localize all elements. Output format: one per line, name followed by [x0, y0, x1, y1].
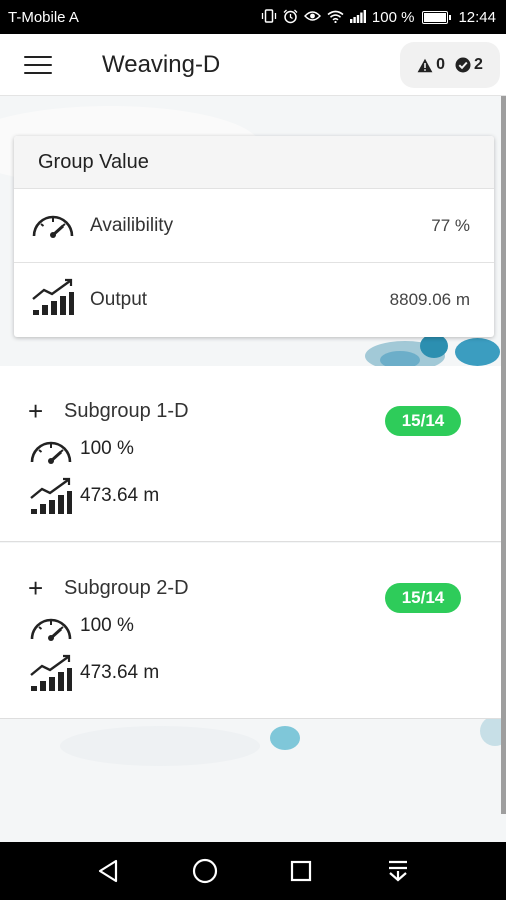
availability-label: Availibility [90, 214, 174, 236]
notifications-pull-button[interactable] [378, 851, 418, 891]
status-icons: 100 % 12:44 [261, 9, 496, 26]
scrollbar[interactable] [501, 96, 506, 814]
gauge-icon [30, 441, 72, 464]
subgroup-title: Subgroup 2-D [64, 576, 189, 599]
status-badge: 15/14 [385, 406, 461, 436]
output-row[interactable]: Output 8809.06 m [14, 262, 494, 336]
ok-counter[interactable]: 2 [455, 56, 483, 74]
clock-time: 12:44 [458, 8, 496, 26]
subgroup-output: 473.64 m [28, 476, 159, 516]
output-label: Output [90, 288, 148, 310]
alert-counters[interactable]: 0 2 [400, 42, 500, 88]
availability-row[interactable]: Availibility 77 % [14, 188, 494, 262]
menu-icon[interactable] [24, 55, 52, 75]
subgroup-card[interactable]: + Subgroup 1-D 15/14 100 % 473.64 m [0, 366, 501, 542]
expand-plus-icon[interactable]: + [28, 575, 54, 601]
ok-count: 2 [474, 56, 483, 73]
subgroup-header: + Subgroup 1-D [28, 398, 189, 424]
gauge-icon [30, 618, 72, 641]
battery-percent: 100 % [371, 8, 415, 26]
gauge-icon [30, 206, 76, 245]
subgroup-availability: 100 % [28, 609, 134, 643]
availability-value: 77 % [431, 215, 470, 235]
output-value: 8809.06 m [389, 289, 470, 309]
subgroup-title: Subgroup 1-D [64, 399, 189, 422]
vibrate-icon [261, 9, 277, 25]
wifi-icon [327, 10, 344, 25]
subgroup-output: 473.64 m [28, 653, 159, 693]
output-chart-icon [30, 654, 72, 691]
alarm-icon [283, 9, 298, 26]
pull-down-icon [388, 860, 407, 882]
output-value: 473.64 m [80, 485, 160, 506]
output-chart-icon [30, 477, 72, 514]
group-value-card: Group Value Availibility 77 % Output 880… [14, 136, 494, 337]
status-badge: 15/14 [385, 583, 461, 613]
output-chart-icon [30, 277, 76, 322]
app-bar: Weaving-D 0 2 [0, 34, 506, 96]
warning-count: 0 [436, 56, 445, 73]
recents-button[interactable] [281, 851, 321, 891]
availability-value: 100 % [80, 615, 134, 636]
system-nav-bar [0, 842, 506, 900]
status-bar: T-Mobile A 100 % 12:44 [0, 0, 506, 34]
carrier-name: T-Mobile A [8, 8, 79, 26]
page-title: Weaving-D [102, 50, 221, 78]
expand-plus-icon[interactable]: + [28, 398, 54, 424]
subgroup-header: + Subgroup 2-D [28, 575, 189, 601]
warning-counter[interactable]: 0 [417, 56, 445, 74]
check-circle-icon [455, 57, 471, 73]
home-circle-icon [192, 858, 217, 884]
back-triangle-icon [99, 859, 118, 883]
back-button[interactable] [88, 851, 128, 891]
subgroup-card[interactable]: + Subgroup 2-D 15/14 100 % 473.64 m [0, 543, 501, 719]
output-value: 473.64 m [80, 662, 160, 683]
subgroup-availability: 100 % [28, 432, 134, 466]
recents-square-icon [291, 860, 312, 882]
availability-value: 100 % [80, 438, 134, 459]
battery-charging-icon [422, 10, 452, 24]
eye-icon [303, 10, 321, 24]
signal-icon [349, 9, 366, 25]
warning-icon [417, 58, 433, 72]
group-value-header: Group Value [14, 136, 494, 188]
home-button[interactable] [185, 851, 225, 891]
